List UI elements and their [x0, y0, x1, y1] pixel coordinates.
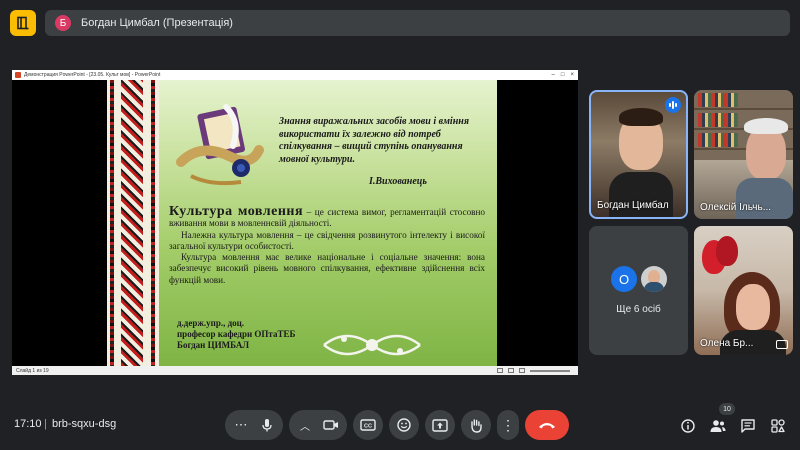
more-vert-icon: ⋮ — [501, 416, 515, 433]
participant-hair — [619, 108, 663, 126]
normal-view-icon — [497, 368, 503, 373]
decorative-flourish — [323, 334, 421, 356]
zoom-slider — [530, 369, 570, 372]
paragraph-2: Належна культура мовлення – це свідчення… — [169, 229, 485, 251]
call-controls: ⋯ ︿ CC ⋮ — [225, 410, 569, 440]
leave-call-button[interactable] — [525, 410, 569, 440]
reading-view-icon — [519, 368, 525, 373]
signature-line: професор кафедри ОПтаТЕБ — [177, 329, 296, 339]
reactions-button[interactable] — [389, 410, 419, 440]
presentation-title-bar[interactable]: Б Богдан Цимбал (Презентація) — [45, 10, 790, 36]
presenter-avatar: Б — [55, 15, 71, 31]
participant-tile[interactable]: Богдан Цимбал — [589, 90, 688, 219]
signature-line: Богдан ЦИМБАЛ — [177, 340, 250, 350]
slide-counter: Слайд 1 из 19 — [16, 367, 49, 374]
avatar: О — [611, 266, 637, 292]
more-options-button[interactable]: ⋮ — [497, 410, 519, 440]
participant-tile[interactable]: Олексій Ільчь... — [694, 90, 793, 219]
emoji-icon — [397, 418, 411, 432]
svg-text:CC: CC — [364, 424, 372, 430]
avatar-stack: О — [611, 266, 667, 292]
signature-line: д.держ.упр., доц. — [177, 318, 245, 328]
slide-body: Культура мовлення – це система вимог, ре… — [169, 204, 485, 286]
chat-button[interactable] — [738, 416, 758, 436]
divider: | — [44, 418, 47, 430]
slide-heading: Культура мовлення — [169, 204, 304, 219]
activities-icon — [771, 419, 785, 433]
slide: Знання виражальних засобів мови і вміння… — [107, 80, 497, 366]
balloon — [716, 236, 738, 266]
powerpoint-titlebar: Демонстрация PowerPoint - [23.05. Культ … — [12, 70, 578, 80]
avatar — [641, 266, 667, 292]
participant-hair — [744, 118, 788, 134]
chevron-up-icon: ︿ — [300, 421, 310, 433]
meeting-code: brb-sqxu-dsg — [52, 418, 117, 430]
people-button[interactable] — [708, 416, 728, 436]
ornament-stripe-left — [110, 80, 114, 366]
captions-button[interactable]: CC — [353, 410, 383, 440]
powerpoint-statusbar: Слайд 1 из 19 — [12, 366, 578, 375]
slide-signature: д.держ.упр., доц. професор кафедри ОПтаТ… — [177, 318, 295, 351]
books — [698, 113, 738, 127]
participant-tile[interactable]: Олена Бр... — [694, 226, 793, 355]
window-controls: – □ × — [552, 72, 578, 78]
more-participants-label: Ще 6 осіб — [616, 304, 661, 315]
participant-name: Богдан Цимбал — [597, 200, 669, 211]
hang-up-icon — [539, 423, 555, 429]
chat-icon — [741, 419, 755, 433]
more-participants-tile[interactable]: О Ще 6 осіб — [589, 226, 688, 355]
audio-options-button[interactable]: ⋯ — [229, 417, 253, 433]
camera-icon — [323, 420, 338, 430]
view-controls — [497, 368, 578, 373]
participant-video — [746, 126, 786, 180]
minimize-icon: – — [551, 72, 555, 78]
participant-name: Олена Бр... — [700, 338, 754, 349]
participant-video — [736, 284, 770, 330]
meeting-details-button[interactable] — [678, 416, 698, 436]
maximize-icon: □ — [560, 72, 565, 78]
microphone-button[interactable] — [255, 418, 279, 432]
ornament-pattern — [121, 80, 143, 366]
slide-quote: Знання виражальних засобів мови і вміння… — [279, 116, 469, 165]
raise-hand-button[interactable] — [461, 410, 491, 440]
microphone-icon — [262, 419, 272, 432]
camera-button[interactable] — [319, 419, 343, 431]
sorter-view-icon — [508, 368, 514, 373]
video-controls: ︿ — [289, 410, 347, 440]
people-icon — [710, 420, 726, 432]
activities-button[interactable] — [768, 416, 788, 436]
speaking-indicator-icon — [665, 97, 681, 113]
hand-icon — [471, 418, 482, 433]
clock: 17:10 — [14, 418, 42, 430]
books — [698, 133, 738, 147]
door-icon — [17, 16, 29, 30]
paragraph-3: Культура мовлення має велике національне… — [169, 252, 485, 285]
close-icon: × — [570, 72, 574, 78]
more-dots-icon: ⋯ — [234, 417, 248, 432]
shared-screen: Демонстрация PowerPoint - [23.05. Культ … — [12, 70, 578, 375]
audio-controls: ⋯ — [225, 410, 283, 440]
present-screen-button[interactable] — [425, 410, 455, 440]
picture-in-picture-icon[interactable] — [776, 340, 788, 349]
quote-author: І.Вихованець — [369, 176, 427, 187]
embroidery-ornament — [107, 80, 159, 366]
meet-window: Б Богдан Цимбал (Презентація) Демонстрац… — [0, 0, 800, 450]
presentation-title: Богдан Цимбал (Презентація) — [81, 17, 233, 29]
books — [698, 93, 738, 107]
quill-scroll-illustration — [176, 104, 264, 186]
powerpoint-window-title: Демонстрация PowerPoint - [23.05. Культ … — [24, 72, 161, 78]
video-options-button[interactable]: ︿ — [293, 418, 317, 433]
participant-name: Олексій Ільчь... — [700, 202, 772, 213]
participant-body — [609, 172, 673, 217]
powerpoint-icon — [15, 72, 21, 78]
meet-app-icon[interactable] — [10, 10, 36, 36]
present-icon — [432, 418, 448, 432]
captions-icon: CC — [360, 419, 376, 431]
ornament-stripe-right — [151, 80, 155, 366]
people-count-badge: 10 — [719, 403, 735, 415]
info-icon — [681, 419, 695, 433]
